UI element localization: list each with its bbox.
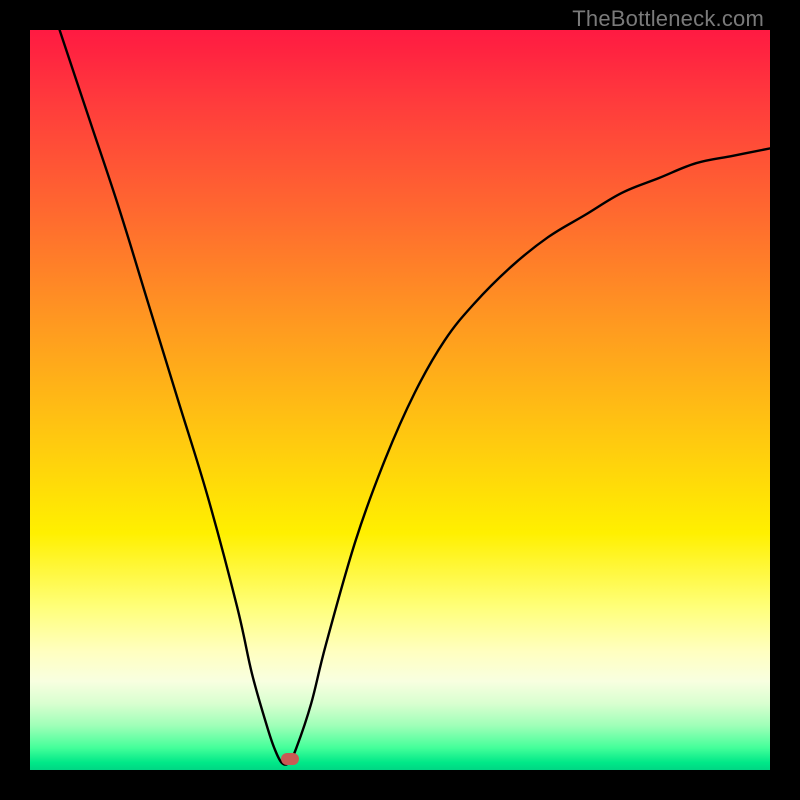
watermark-text: TheBottleneck.com: [572, 6, 764, 32]
bottleneck-curve: [30, 30, 770, 770]
optimum-marker: [281, 753, 299, 765]
